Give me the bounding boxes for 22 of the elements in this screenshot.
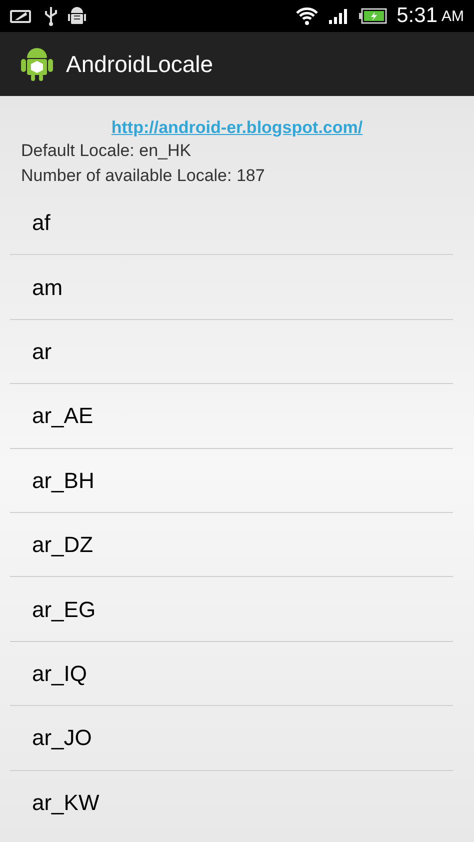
robot-icon xyxy=(68,5,86,27)
locale-item[interactable]: ar_AE xyxy=(10,383,453,448)
locale-item[interactable]: ar_BH xyxy=(10,448,453,512)
battery-icon xyxy=(358,8,387,24)
locale-item[interactable]: ar_JO xyxy=(10,705,453,770)
app-title: AndroidLocale xyxy=(66,50,214,79)
locale-item[interactable]: ar_EG xyxy=(10,576,453,641)
message-icon xyxy=(10,8,32,24)
locale-item[interactable]: am xyxy=(10,254,453,319)
usb-icon xyxy=(44,6,58,26)
locale-item[interactable]: af xyxy=(10,190,453,254)
wifi-icon xyxy=(294,6,319,26)
locale-item[interactable]: ar xyxy=(10,318,453,384)
locale-item[interactable]: ar_IQ xyxy=(10,640,453,706)
status-meridiem: AM xyxy=(442,7,464,28)
locale-item[interactable]: ar_DZ xyxy=(10,512,453,576)
signal-icon xyxy=(328,8,349,24)
android-icon xyxy=(20,46,54,82)
status-time: 5:31 xyxy=(396,3,438,30)
locale-count-text: Number of available Locale: 187 xyxy=(21,165,266,187)
locale-item[interactable]: ar_KW xyxy=(10,770,453,834)
default-locale-text: Default Locale: en_HK xyxy=(21,140,192,162)
